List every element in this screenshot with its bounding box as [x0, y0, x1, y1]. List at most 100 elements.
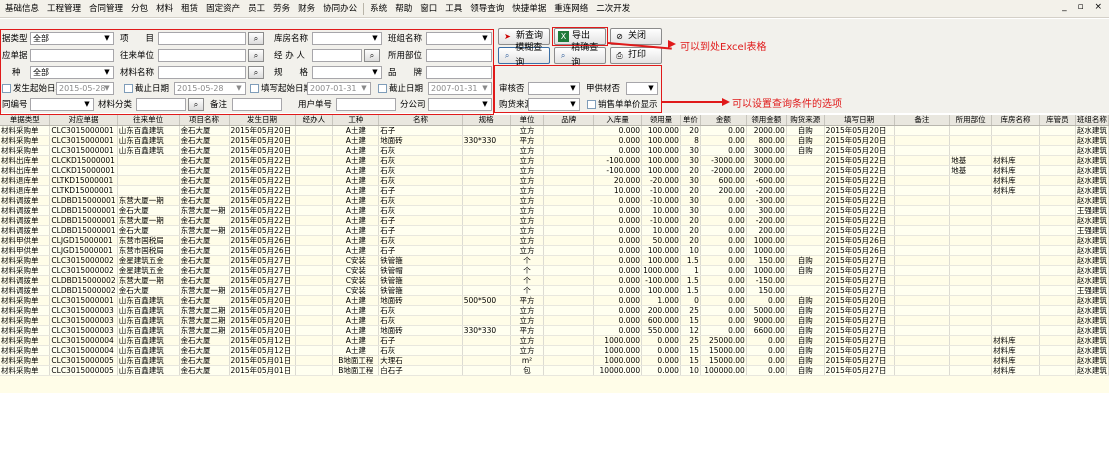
menu-item[interactable]: 快捷单据 [508, 0, 550, 17]
column-header[interactable]: 单位 [510, 115, 545, 126]
table-row[interactable]: 材料采购单 CLC3015000002 金星建筑五金 金石大厦 2015年05月27日 C… [0, 255, 1109, 266]
column-header[interactable]: 单价 [680, 115, 701, 126]
table-row[interactable]: 材料甲供单 CLJGD15000001 东营市国税局 金石大厦 2015年05月26日 A… [0, 235, 1109, 246]
table-cell [894, 245, 951, 256]
table-row[interactable]: 材料采购单 CLC3015000003 山东百鑫建筑 东营大厦二期 2015年05月20… [0, 325, 1109, 336]
table-row[interactable]: 材料出库单 CLCKD15000001 金石大厦 2015年05月22日 A土建 石灰 立方… [0, 165, 1109, 176]
menu-item[interactable]: 固定资产 [202, 0, 244, 17]
exact-query-button[interactable]: ⌕ 精确查询 [554, 43, 606, 68]
table-row[interactable]: 材料采购单 CLC3015000001 山东百鑫建筑 金石大厦 2015年05月20日 A… [0, 145, 1109, 156]
menu-item[interactable]: 工程管理 [43, 0, 85, 17]
menu-item[interactable]: 领导查询 [466, 0, 508, 17]
table-cell: 个 [510, 265, 545, 276]
menu-item[interactable]: 二次开发 [592, 0, 634, 17]
table-row[interactable]: 材料退库单 CLTKD15000001 金石大厦 2015年05月22日 A土建 石子 立方… [0, 185, 1109, 196]
column-header[interactable]: 规格 [462, 115, 511, 126]
table-cell: 地面砖 [378, 295, 463, 306]
menu-item[interactable]: 劳务 [269, 0, 294, 17]
table-cell [543, 325, 595, 336]
table-row[interactable]: 材料采购单 CLC3015000001 山东百鑫建筑 金石大厦 2015年05月20日 A… [0, 295, 1109, 306]
column-header[interactable]: 填写日期 [824, 115, 895, 126]
column-header[interactable]: 领用金额 [746, 115, 787, 126]
table-cell: 金星建筑五金 [117, 265, 180, 276]
print-button[interactable]: ⎙ 打印 [610, 47, 662, 64]
table-cell: 材料库 [991, 365, 1040, 376]
table-cell: 550.000 [641, 325, 681, 336]
table-cell: 材料退库单 [0, 175, 51, 186]
table-cell: 30 [680, 175, 701, 186]
table-cell: 2015年05月22日 [824, 205, 895, 216]
results-grid[interactable]: 单据类型 对应单据 往来单位 项目名称 发生日期 经办人 工种 名称 规格 单位 品牌 入库量 领用量单… [0, 115, 1109, 393]
menu-item[interactable]: 材料 [152, 0, 177, 17]
table-row[interactable]: 材料甲供单 CLJGD15000001 东营市国税局 金石大厦 2015年05月26日 A… [0, 245, 1109, 256]
menu-item[interactable]: 合同管理 [85, 0, 127, 17]
table-cell: 金石大厦 [179, 345, 230, 356]
table-row[interactable]: 材料调拨单 CLDBD15000002 东营大厦一期 金石大厦 2015年05月27日 C… [0, 275, 1109, 286]
column-header[interactable]: 领用量 [641, 115, 681, 126]
column-header[interactable]: 库管员 [1039, 115, 1076, 126]
column-header[interactable]: 库房名称 [991, 115, 1040, 126]
table-row[interactable]: 材料采购单 CLC3015000003 山东百鑫建筑 东营大厦二期 2015年05月20… [0, 305, 1109, 316]
column-header[interactable]: 经办人 [295, 115, 334, 126]
table-row[interactable]: 材料调拨单 CLDBD15000001 金石大厦 东营大厦一期 2015年05月22日 A… [0, 205, 1109, 216]
table-row[interactable]: 材料调拨单 CLDBD15000001 东营大厦一期 金石大厦 2015年05月22日 A… [0, 195, 1109, 206]
table-cell: 赵水建筑 [1075, 215, 1109, 226]
table-cell: 东营大厦二期 [179, 315, 230, 326]
menu-item[interactable]: 员工 [244, 0, 269, 17]
table-cell: -10.000 [641, 195, 681, 206]
column-header[interactable]: 品牌 [543, 115, 595, 126]
table-cell: 铁管帽 [378, 265, 463, 276]
table-cell: 0.00 [700, 325, 747, 336]
table-row[interactable]: 材料采购单 CLC3015000005 山东百鑫建筑 金石大厦 2015年05月01日 B… [0, 365, 1109, 376]
menu-item[interactable]: 帮助 [391, 0, 416, 17]
column-header[interactable]: 金额 [700, 115, 747, 126]
menu-item[interactable]: 工具 [441, 0, 466, 17]
menu-item[interactable]: 协同办公 [319, 0, 361, 17]
column-header[interactable]: 购货来源 [786, 115, 825, 126]
column-header[interactable]: 发生日期 [229, 115, 296, 126]
column-header[interactable]: 往来单位 [117, 115, 180, 126]
table-row[interactable]: 材料采购单 CLC3015000001 山东百鑫建筑 金石大厦 2015年05月20日 A… [0, 125, 1109, 136]
table-cell: 0.00 [700, 265, 747, 276]
table-row[interactable]: 材料采购单 CLC3015000005 山东百鑫建筑 金石大厦 2015年05月01日 B… [0, 355, 1109, 366]
menu-item[interactable]: 租赁 [177, 0, 202, 17]
menu-item[interactable]: 分包 [127, 0, 152, 17]
table-row[interactable]: 材料采购单 CLC3015000001 山东百鑫建筑 金石大厦 2015年05月20日 A… [0, 135, 1109, 146]
table-row[interactable]: 材料退库单 CLTKD15000001 金石大厦 2015年05月22日 A土建 石灰 立方… [0, 175, 1109, 186]
table-row[interactable]: 材料出库单 CLCKD15000001 金石大厦 2015年05月22日 A土建 石灰 立方… [0, 155, 1109, 166]
table-cell [295, 295, 334, 306]
table-cell: 30 [680, 205, 701, 216]
table-cell [295, 205, 334, 216]
table-cell: 3000.00 [746, 145, 787, 156]
column-header[interactable]: 单据类型 [0, 115, 51, 126]
column-header[interactable]: 所用部位 [949, 115, 993, 126]
table-cell [462, 165, 511, 176]
menu-item[interactable]: 窗口 [416, 0, 441, 17]
table-cell [786, 195, 825, 206]
table-cell: 25 [680, 335, 701, 346]
table-cell [543, 215, 595, 226]
table-row[interactable]: 材料采购单 CLC3015000003 山东百鑫建筑 东营大厦二期 2015年05月20… [0, 315, 1109, 326]
table-row[interactable]: 材料采购单 CLC3015000004 山东百鑫建筑 金石大厦 2015年05月12日 A… [0, 345, 1109, 356]
table-row[interactable]: 材料采购单 CLC3015000002 金星建筑五金 金石大厦 2015年05月27日 C… [0, 265, 1109, 276]
menu-item[interactable]: 重连网络 [550, 0, 592, 17]
column-header[interactable]: 项目名称 [179, 115, 230, 126]
table-row[interactable]: 材料采购单 CLC3015000004 山东百鑫建筑 金石大厦 2015年05月12日 A… [0, 335, 1109, 346]
menu-item[interactable]: 系统 [366, 0, 391, 17]
window-controls[interactable]: _ ▫ × [1062, 2, 1106, 12]
fuzzy-query-button[interactable]: ⌕ 模糊查询 [498, 43, 550, 68]
table-cell: A土建 [332, 295, 380, 306]
table-row[interactable]: 材料调拨单 CLDBD15000002 金石大厦 东营大厦一期 2015年05月27日 C… [0, 285, 1109, 296]
column-header[interactable]: 班组名称 [1075, 115, 1109, 126]
table-cell: A土建 [332, 235, 380, 246]
column-header[interactable]: 对应单据 [49, 115, 118, 126]
column-header[interactable]: 工种 [332, 115, 380, 126]
table-cell: 10 [680, 245, 701, 256]
menu-item[interactable]: 财务 [294, 0, 319, 17]
column-header[interactable]: 入库量 [593, 115, 643, 126]
table-row[interactable]: 材料调拨单 CLDBD15000001 金石大厦 东营大厦一期 2015年05月22日 A… [0, 225, 1109, 236]
column-header[interactable]: 备注 [894, 115, 951, 126]
column-header[interactable]: 名称 [378, 115, 463, 126]
menu-item[interactable]: 基础信息 [1, 0, 43, 17]
table-row[interactable]: 材料调拨单 CLDBD15000001 东营大厦一期 金石大厦 2015年05月22日 A… [0, 215, 1109, 226]
